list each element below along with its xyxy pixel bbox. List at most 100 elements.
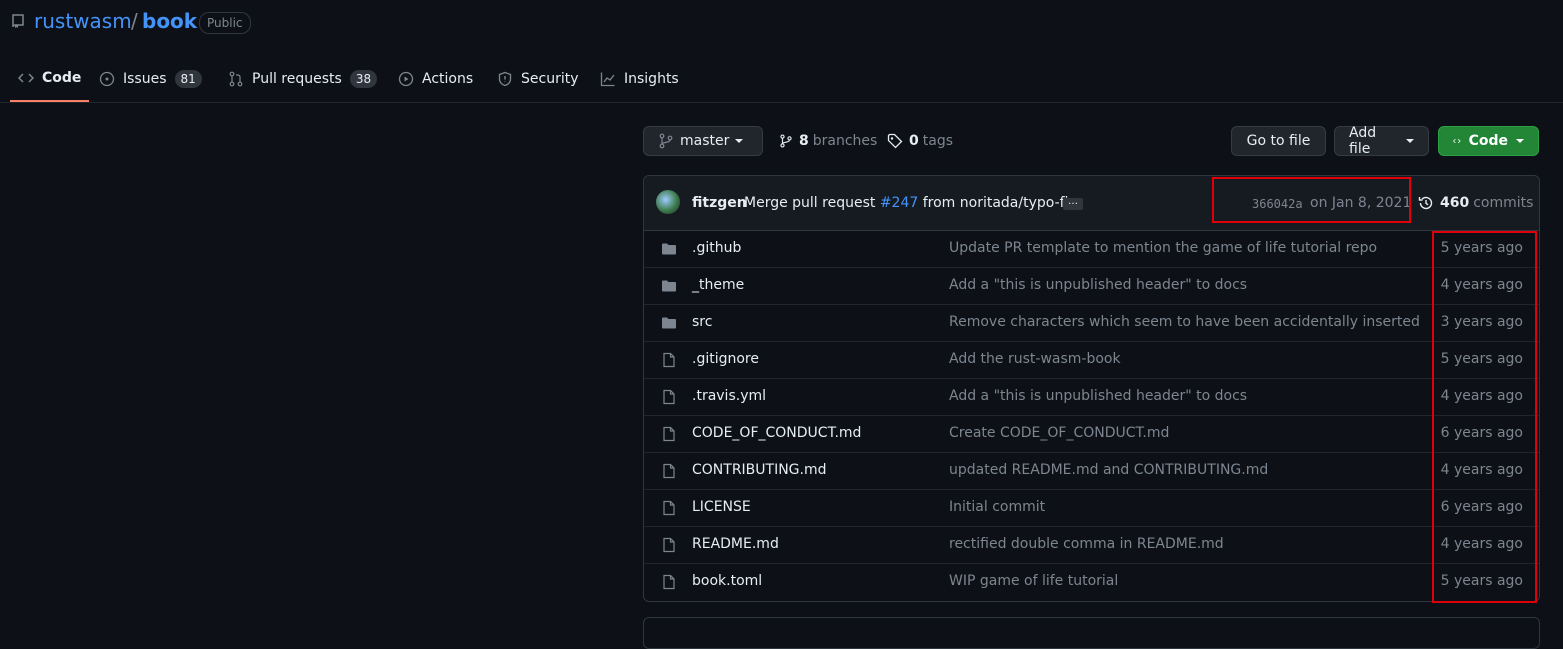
file-commit-message-link[interactable]: Remove characters which seem to have bee… xyxy=(949,314,1420,330)
tab-insights[interactable]: Insights xyxy=(600,56,679,101)
file-commit-message-link[interactable]: Update PR template to mention the game o… xyxy=(949,240,1377,256)
branch-icon xyxy=(780,134,792,148)
file-icon xyxy=(663,500,675,516)
issue-icon xyxy=(99,71,115,86)
avatar[interactable] xyxy=(656,190,680,214)
file-row: book.toml WIP game of life tutorial 5 year… xyxy=(644,563,1539,600)
commit-message-prefix[interactable]: Merge pull request xyxy=(744,195,875,211)
graph-icon xyxy=(600,72,615,86)
commits-label: commits xyxy=(1473,195,1534,211)
file-commit-message-link[interactable]: Add the rust-wasm-book xyxy=(949,351,1121,367)
file-name-link[interactable]: book.toml xyxy=(692,573,762,589)
tab-pull-requests[interactable]: Pull requests 38 xyxy=(228,56,378,101)
file-commit-message-link[interactable]: Create CODE_OF_CONDUCT.md xyxy=(949,425,1169,441)
add-file-label: Add file xyxy=(1349,125,1377,157)
tab-label: Insights xyxy=(624,70,679,87)
tags-label: tags xyxy=(922,133,953,149)
file-row: .travis.yml Add a "this is unpublished he… xyxy=(644,378,1539,415)
file-icon xyxy=(663,352,675,368)
pull-requests-counter: 38 xyxy=(349,69,378,88)
tab-issues[interactable]: Issues 81 xyxy=(99,56,202,101)
file-commit-message-link[interactable]: updated README.md and CONTRIBUTING.md xyxy=(949,462,1268,478)
commits-count: 460 xyxy=(1440,195,1470,211)
file-row: _theme Add a "this is unpublished header"… xyxy=(644,267,1539,304)
repo-icon xyxy=(12,14,24,28)
branch-icon xyxy=(659,133,673,149)
expand-commit-message-button[interactable]: … xyxy=(1063,197,1083,210)
repo-nav: Code Issues 81 Pull requests 38 Actions … xyxy=(0,56,1563,103)
visibility-badge: Public xyxy=(199,12,251,34)
code-dropdown-button[interactable]: Code xyxy=(1438,126,1539,156)
tab-security[interactable]: Security xyxy=(497,56,579,101)
go-to-file-label: Go to file xyxy=(1246,133,1311,149)
file-name-link[interactable]: src xyxy=(692,314,712,330)
repo-owner-link[interactable]: rustwasm xyxy=(34,9,132,33)
branches-link[interactable]: 8 branches xyxy=(779,133,877,149)
tab-label: Code xyxy=(42,70,82,86)
file-icon xyxy=(663,389,675,405)
file-commit-message-link[interactable]: rectified double comma in README.md xyxy=(949,536,1224,552)
tab-code[interactable]: Code xyxy=(10,56,90,102)
tab-label: Pull requests xyxy=(252,70,342,87)
tags-count: 0 xyxy=(909,133,919,149)
highlight-box-commit-info xyxy=(1212,177,1411,223)
file-name-link[interactable]: README.md xyxy=(692,536,779,552)
code-button-label: Code xyxy=(1468,133,1508,149)
chevron-down-icon xyxy=(1406,139,1414,143)
commit-message: Merge pull request #247 from noritada/ty… xyxy=(744,195,1077,211)
highlight-box-file-ages xyxy=(1432,231,1537,603)
file-icon xyxy=(663,463,675,479)
file-name-link[interactable]: .travis.yml xyxy=(692,388,766,404)
file-name-link[interactable]: .github xyxy=(692,240,741,256)
tags-link[interactable]: 0 tags xyxy=(887,133,953,149)
commits-history-link[interactable]: 460 commits xyxy=(1418,195,1533,211)
file-row: README.md rectified double comma in READM… xyxy=(644,526,1539,563)
tab-actions[interactable]: Actions xyxy=(398,56,473,101)
file-commit-message-link[interactable]: Add a "this is unpublished header" to do… xyxy=(949,388,1247,404)
file-row: CODE_OF_CONDUCT.md Create CODE_OF_CONDUCT… xyxy=(644,415,1539,452)
folder-icon xyxy=(662,280,676,292)
branches-label: branches xyxy=(812,133,878,149)
add-file-button[interactable]: Add file xyxy=(1334,125,1429,157)
tab-label: Actions xyxy=(422,70,474,87)
file-list-box: fitzgen Merge pull request #247 from nor… xyxy=(643,175,1540,602)
file-icon xyxy=(663,537,675,553)
file-name-link[interactable]: _theme xyxy=(692,277,744,293)
go-to-file-button[interactable]: Go to file xyxy=(1231,126,1326,156)
commit-author-link[interactable]: fitzgen xyxy=(692,195,747,211)
pull-request-icon xyxy=(229,71,243,86)
file-rows: .github Update PR template to mention the… xyxy=(644,231,1539,600)
tab-label: Issues xyxy=(123,70,167,87)
play-icon xyxy=(398,71,414,86)
tab-label: Security xyxy=(521,70,579,87)
branch-name: master xyxy=(680,133,730,149)
file-commit-message-link[interactable]: WIP game of life tutorial xyxy=(949,573,1118,589)
file-row: LICENSE Initial commit 6 years ago xyxy=(644,489,1539,526)
folder-icon xyxy=(662,243,676,255)
code-icon xyxy=(1453,138,1461,144)
file-row: CONTRIBUTING.md updated README.md and CON… xyxy=(644,452,1539,489)
branches-count: 8 xyxy=(799,133,809,149)
file-name-link[interactable]: .gitignore xyxy=(692,351,759,367)
code-icon xyxy=(18,73,34,83)
pull-request-link[interactable]: #247 xyxy=(880,195,918,211)
repo-path-separator: / xyxy=(131,9,138,33)
file-row: .github Update PR template to mention the… xyxy=(644,231,1539,267)
commit-message-suffix[interactable]: from noritada/typo-fix xyxy=(923,195,1077,211)
chevron-down-icon xyxy=(1516,139,1524,143)
file-icon xyxy=(663,426,675,442)
repo-name-link[interactable]: book xyxy=(142,9,197,33)
chevron-down-icon xyxy=(735,139,744,143)
file-row: src Remove characters which seem to have … xyxy=(644,304,1539,341)
file-name-link[interactable]: LICENSE xyxy=(692,499,751,515)
tag-icon xyxy=(887,133,903,149)
readme-box xyxy=(643,617,1540,649)
file-commit-message-link[interactable]: Add a "this is unpublished header" to do… xyxy=(949,277,1247,293)
file-commit-message-link[interactable]: Initial commit xyxy=(949,499,1045,515)
branch-select-button[interactable]: master xyxy=(643,126,763,156)
file-row: .gitignore Add the rust-wasm-book 5 years … xyxy=(644,341,1539,378)
file-name-link[interactable]: CONTRIBUTING.md xyxy=(692,462,827,478)
file-icon xyxy=(663,574,675,590)
issues-counter: 81 xyxy=(174,69,202,88)
file-name-link[interactable]: CODE_OF_CONDUCT.md xyxy=(692,425,861,441)
